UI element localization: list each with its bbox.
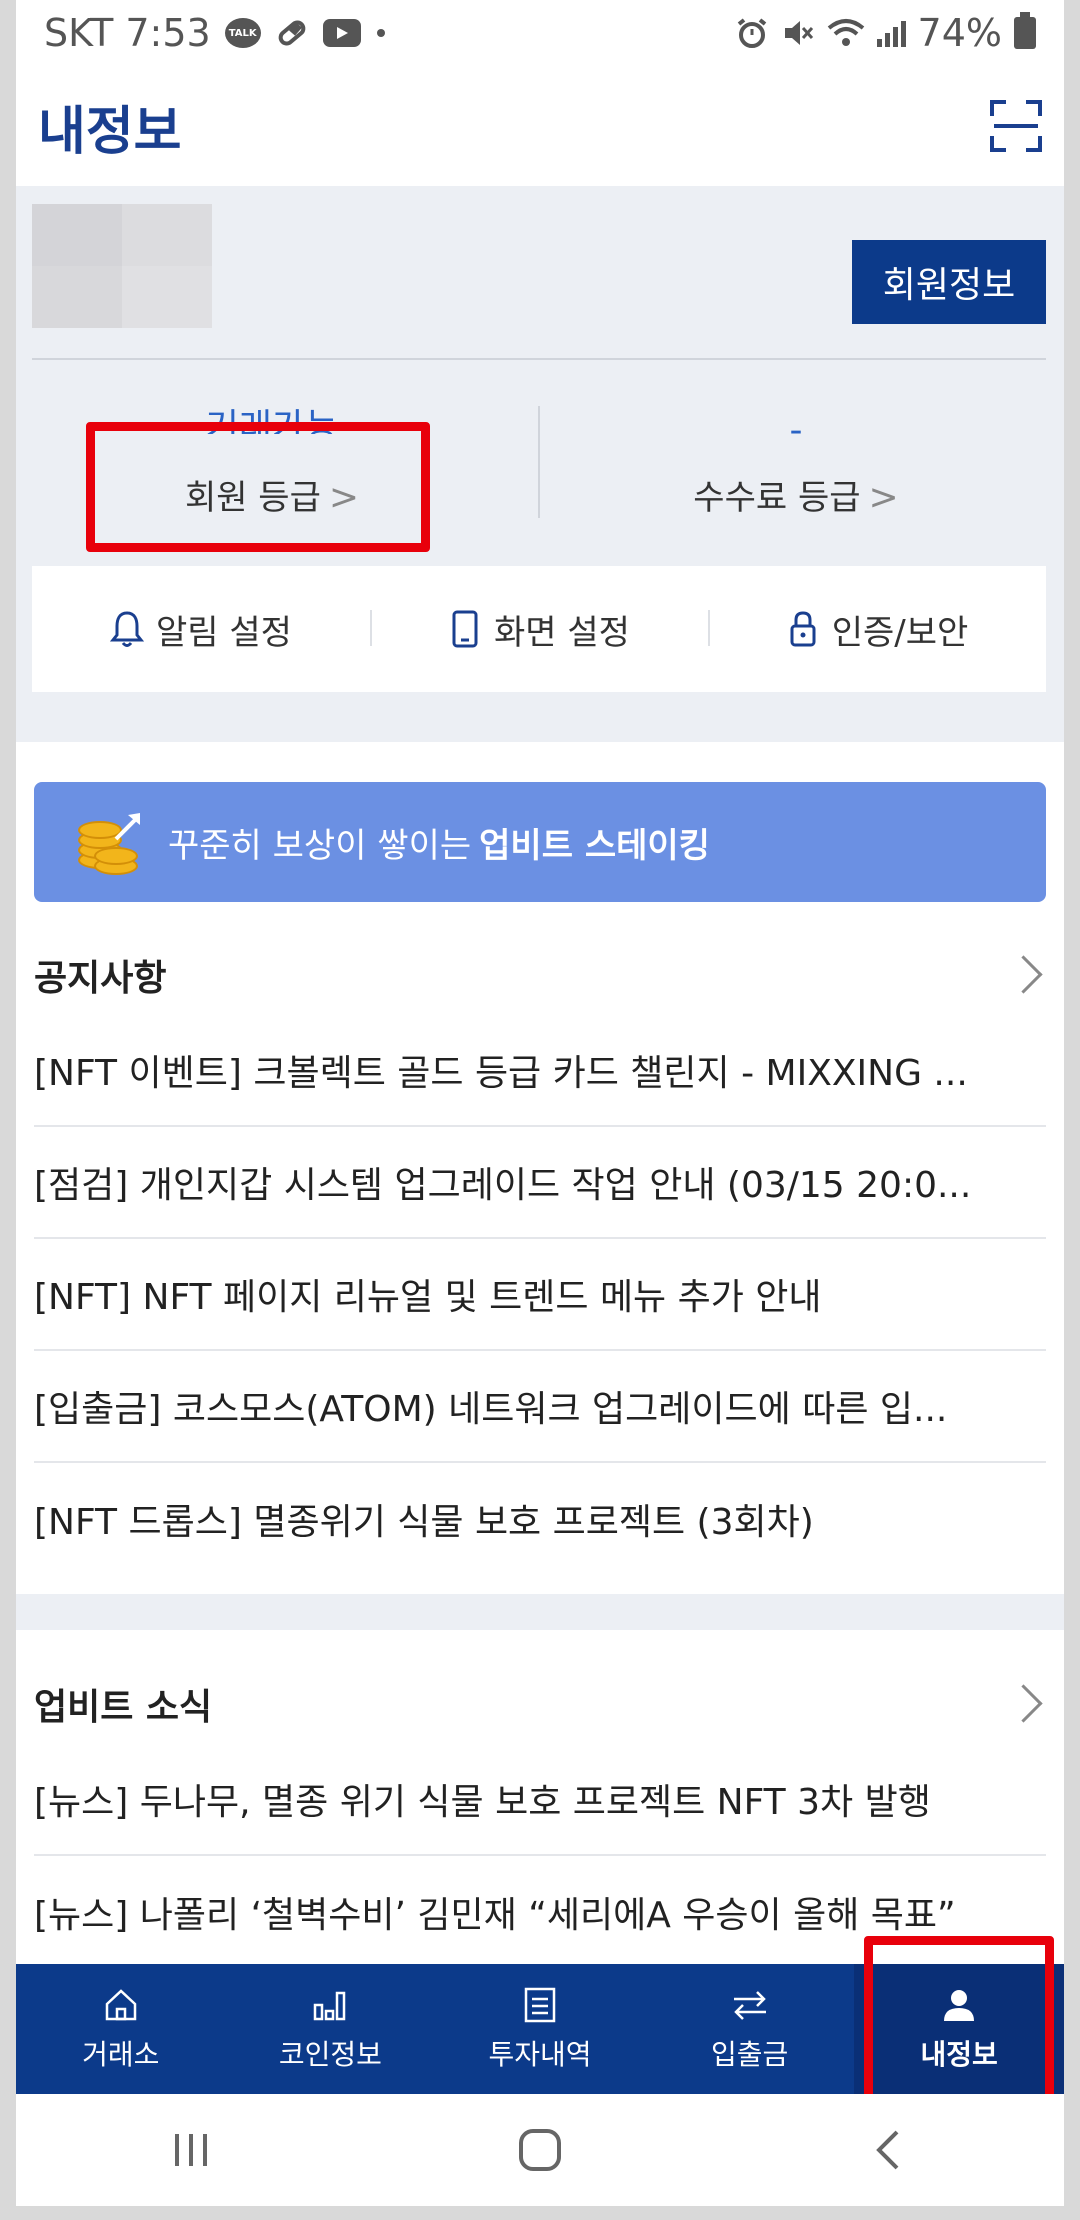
staking-banner[interactable]: 꾸준히 보상이 쌓이는 업비트 스테이킹 — [34, 782, 1046, 902]
nav-my-info-label: 내정보 — [920, 2038, 998, 2071]
pill-icon — [275, 16, 309, 50]
recent-apps-button[interactable] — [131, 2120, 251, 2180]
bar-chart-icon — [314, 1991, 346, 2021]
news-section-header[interactable]: 업비트 소식 — [34, 1664, 1046, 1744]
nav-my-info[interactable]: 내정보 — [854, 1964, 1064, 2094]
nav-coin-info[interactable]: 코인정보 — [226, 1964, 436, 2094]
nav-deposit-withdraw[interactable]: 입출금 — [645, 1964, 855, 2094]
back-icon — [876, 2130, 899, 2170]
member-grade-value: 거래가능 — [205, 407, 339, 434]
nav-investments[interactable]: 투자내역 — [435, 1964, 645, 2094]
mute-icon — [781, 16, 815, 50]
screen-settings-button[interactable]: 화면 설정 — [370, 566, 708, 692]
chevron-right-icon: > — [868, 477, 899, 518]
member-info-button[interactable]: 회원정보 — [852, 240, 1046, 324]
recent-apps-icon — [174, 2134, 207, 2166]
screen-settings-label: 화면 설정 — [494, 612, 630, 653]
fee-grade-button[interactable]: - 수수료 등급 > — [556, 406, 1036, 519]
chevron-right-icon — [1006, 1684, 1046, 1724]
member-grade-button[interactable]: 거래가능 회원 등급 > — [32, 406, 512, 519]
document-icon — [524, 1987, 556, 2023]
talk-badge: TALK — [228, 27, 257, 39]
notification-settings-label: 알림 설정 — [156, 612, 292, 653]
notice-item[interactable]: [NFT 이벤트] 크볼렉트 골드 등급 카드 챌린지 - MIXXING ..… — [34, 1015, 1046, 1127]
news-section-title: 업비트 소식 — [34, 1687, 213, 1728]
staking-banner-text: 꾸준히 보상이 쌓이는 — [168, 825, 472, 866]
scan-icon[interactable] — [990, 100, 1042, 152]
section-gap — [16, 1594, 1064, 1630]
notice-item[interactable]: [NFT] NFT 페이지 리뉴얼 및 트렌드 메뉴 추가 안내 — [34, 1239, 1046, 1351]
app-screen: SKT 7:53 TALK 74% 내정보 회원정보 거래가능 회원 등급 > … — [16, 0, 1064, 2206]
alarm-icon — [735, 16, 769, 50]
notice-section-header[interactable]: 공지사항 — [34, 935, 1046, 1015]
page-header: 내정보 — [16, 66, 1064, 186]
back-button[interactable] — [829, 2120, 949, 2180]
news-item[interactable]: [뉴스] 두나무, 멸종 위기 식물 보호 프로젝트 NFT 3차 발행 — [34, 1744, 1046, 1856]
notification-settings-button[interactable]: 알림 설정 — [32, 566, 370, 692]
nav-coin-info-label: 코인정보 — [278, 2038, 382, 2071]
home-circle-icon — [518, 2129, 561, 2171]
home-button[interactable] — [480, 2120, 600, 2180]
wifi-icon — [827, 17, 865, 49]
security-settings-button[interactable]: 인증/보안 — [708, 566, 1046, 692]
nav-investments-label: 투자내역 — [488, 2038, 592, 2071]
notice-item[interactable]: [NFT 드롭스] 멸종위기 식물 보호 프로젝트 (3회차) — [34, 1463, 1046, 1575]
avatar — [32, 204, 212, 328]
signal-icon — [876, 19, 906, 47]
bottom-nav: 거래소 코인정보 투자내역 입출금 내정보 — [16, 1964, 1064, 2094]
security-settings-label: 인증/보안 — [831, 612, 969, 653]
home-icon — [105, 1989, 137, 2021]
news-item[interactable]: [뉴스] 나폴리 ‘철벽수비’ 김민재 “세리에A 우승이 올해 목표” — [34, 1856, 1046, 1968]
profile-divider — [32, 358, 1046, 360]
battery-icon — [1014, 12, 1036, 49]
staking-banner-strong: 업비트 스테이킹 — [479, 825, 710, 866]
chevron-right-icon: > — [328, 477, 360, 518]
system-nav — [16, 2094, 1064, 2206]
battery-percent: 74% — [917, 11, 1002, 55]
dot-icon — [375, 27, 387, 39]
person-icon — [944, 1990, 975, 2021]
lock-icon — [790, 611, 816, 647]
notice-section-title: 공지사항 — [34, 958, 167, 999]
status-bar: SKT 7:53 TALK 74% — [16, 0, 1064, 66]
bell-icon — [110, 611, 145, 647]
talk-icon: TALK — [224, 18, 261, 48]
coin-icon — [74, 811, 144, 875]
carrier-time: SKT 7:53 — [44, 11, 211, 55]
chevron-right-icon — [1006, 955, 1046, 995]
nav-exchange[interactable]: 거래소 — [16, 1964, 226, 2094]
nav-exchange-label: 거래소 — [82, 2038, 160, 2071]
page-title: 내정보 — [38, 101, 182, 162]
transfer-icon — [733, 1991, 766, 2020]
nav-deposit-withdraw-label: 입출금 — [710, 2038, 789, 2071]
youtube-icon — [322, 19, 361, 47]
member-grade-label: 회원 등급 — [184, 478, 321, 518]
fee-grade-label: 수수료 등급 — [693, 478, 861, 518]
notice-item[interactable]: [점검] 개인지갑 시스템 업그레이드 작업 안내 (03/15 20:0... — [34, 1127, 1046, 1239]
fee-grade-value: - — [789, 410, 803, 451]
profile-section: 회원정보 거래가능 회원 등급> - 수수료 등급> 알림 설정 화면 설정 — [16, 186, 1064, 742]
settings-row: 알림 설정 화면 설정 인증/보안 — [32, 566, 1046, 692]
grade-divider — [538, 406, 540, 518]
notice-item[interactable]: [입출금] 코스모스(ATOM) 네트워크 업그레이드에 따른 입... — [34, 1351, 1046, 1463]
phone-icon — [452, 610, 478, 648]
